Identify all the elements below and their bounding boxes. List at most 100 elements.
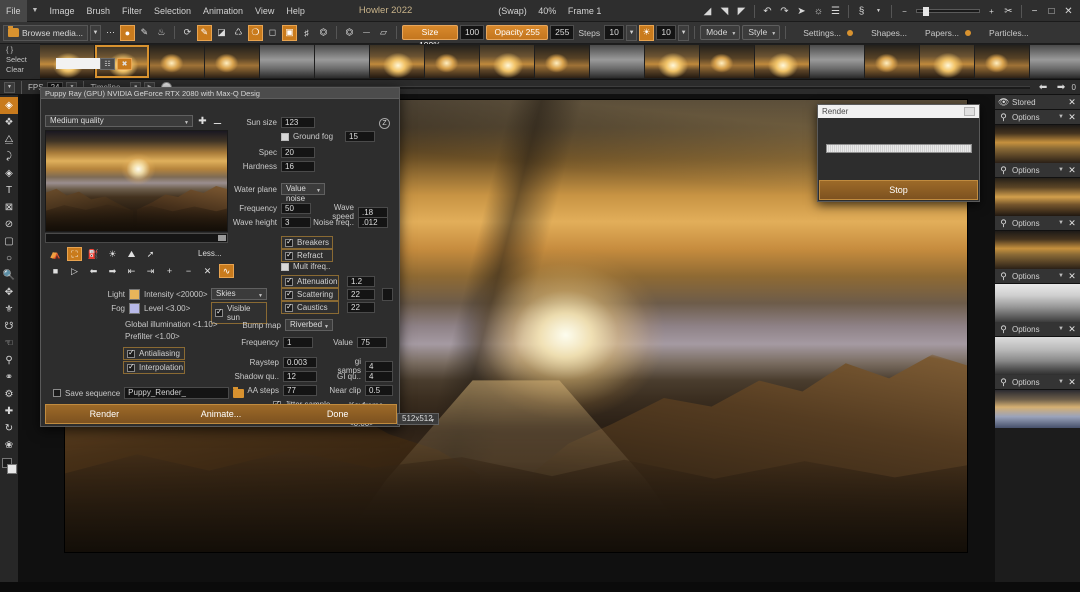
layer-row-options[interactable]: ⚲ Options ▼ ✕ xyxy=(995,269,1080,284)
keyframe-prev-icon[interactable]: ⬅ xyxy=(86,264,101,278)
layer-thumbnail[interactable] xyxy=(995,125,1080,163)
camera-target-icon[interactable]: ➚ xyxy=(143,247,158,261)
aa-steps-input[interactable]: 77 xyxy=(283,385,317,396)
tool-ellipse-icon[interactable]: ○ xyxy=(0,250,18,267)
frame-thumbnail[interactable] xyxy=(865,45,919,78)
sun-size-input[interactable]: 123 xyxy=(281,117,315,128)
frame-thumbnail[interactable] xyxy=(1030,45,1080,78)
blend-icon[interactable]: ⟳ xyxy=(180,25,195,41)
render-preview-thumbnail[interactable] xyxy=(45,130,228,232)
light-color-swatch[interactable] xyxy=(129,289,140,300)
wave-height-input[interactable]: 3 xyxy=(281,217,311,228)
perspective-icon[interactable]: ⏣ xyxy=(316,25,331,41)
menu-file-caret-icon[interactable]: ▼ xyxy=(27,7,44,14)
water-plane-dropdown[interactable]: Value noise xyxy=(281,183,325,203)
brush-opacity-value[interactable]: 255 xyxy=(550,25,575,40)
tool-move-icon[interactable]: ✚ xyxy=(0,403,18,420)
frame-filmstrip[interactable]: { } Select Clear ☷ ✖ xyxy=(0,44,1080,80)
clear-layer-icon[interactable]: ☼ xyxy=(811,3,826,19)
layer-row-options[interactable]: ⚲ Options ▼ ✕ xyxy=(995,216,1080,231)
sun-position-icon[interactable]: ☀ xyxy=(105,247,120,261)
animate-button[interactable]: Animate... xyxy=(163,409,280,419)
lightbulb-icon[interactable]: ⚲ xyxy=(998,271,1009,282)
zoom-slider[interactable] xyxy=(916,7,980,16)
preview-scrollbar[interactable] xyxy=(45,233,228,243)
layer-thumbnail[interactable] xyxy=(995,337,1080,375)
style-dropdown[interactable]: Style xyxy=(742,25,781,41)
target-icon[interactable]: ❍ xyxy=(247,24,263,41)
frame-thumbnail[interactable] xyxy=(755,45,809,78)
brush-opacity-button[interactable]: Opacity 255 xyxy=(486,25,549,40)
eye-icon[interactable]: 👁 xyxy=(998,97,1009,108)
filmstrip-clear-button[interactable]: Clear xyxy=(6,65,40,75)
filmstrip-copy-icon[interactable]: ☷ xyxy=(100,58,115,70)
lightbulb-icon[interactable]: ⚲ xyxy=(998,218,1009,229)
brush-size-button[interactable]: Size 100% xyxy=(401,25,458,50)
tool-rectangle-icon[interactable]: ▢ xyxy=(0,233,18,250)
rotate-canvas-icon[interactable]: ◤ xyxy=(734,3,749,19)
mask-icon[interactable]: ◻ xyxy=(265,25,280,41)
rotate-brush-icon[interactable]: ♺ xyxy=(231,25,246,41)
stencil-icon[interactable]: ▣ xyxy=(281,24,297,41)
spray-tool-icon[interactable]: ⋯ xyxy=(103,25,118,41)
mult-ifreq-checkbox[interactable]: Mult ifreq.. xyxy=(281,262,330,271)
lightbulb-icon[interactable]: ⚲ xyxy=(998,112,1009,123)
global-illumination-label[interactable]: Global illumination <1.10> xyxy=(125,320,218,329)
close-icon[interactable]: ✕ xyxy=(1067,377,1077,388)
caustics-checkbox[interactable]: Caustics xyxy=(281,301,339,314)
interpolation-checkbox[interactable]: Interpolation xyxy=(123,361,185,374)
window-maximize-button[interactable]: □ xyxy=(1044,3,1059,19)
frame-thumbnail[interactable] xyxy=(150,45,204,78)
tool-fill-bucket-icon[interactable]: ◈ xyxy=(0,165,18,182)
particles-button[interactable]: Particles... xyxy=(985,28,1033,38)
lightbulb-icon[interactable]: ⚲ xyxy=(998,377,1009,388)
menu-brush[interactable]: Brush xyxy=(80,0,116,22)
menu-animation[interactable]: Animation xyxy=(197,0,249,22)
frame-thumbnail[interactable] xyxy=(205,45,259,78)
ground-fog-input[interactable]: 15 xyxy=(345,131,376,142)
done-button[interactable]: Done xyxy=(279,409,396,419)
settings-button[interactable]: Settings... xyxy=(799,28,845,38)
close-icon[interactable]: ✕ xyxy=(1067,97,1077,108)
quality-preset-dropdown[interactable]: Medium quality xyxy=(45,115,193,128)
keyframe-remove-icon[interactable]: − xyxy=(181,264,196,278)
layer-thumbnail[interactable] xyxy=(995,231,1080,269)
scattering-color-swatch[interactable] xyxy=(382,288,393,301)
filmstrip-select-button[interactable]: Select xyxy=(6,55,40,65)
undo-icon[interactable]: ↶ xyxy=(760,3,775,19)
frame-thumbnail[interactable] xyxy=(535,45,589,78)
less-options-link[interactable]: Less... xyxy=(198,249,222,258)
save-sequence-checkbox[interactable] xyxy=(53,389,61,397)
tool-key-icon[interactable]: ⚲ xyxy=(0,352,18,369)
layer-thumbnail[interactable] xyxy=(995,178,1080,216)
tool-warp-icon[interactable]: ❀ xyxy=(0,437,18,454)
close-icon[interactable]: ✕ xyxy=(1067,324,1077,335)
brush-size-value[interactable]: 100 xyxy=(459,25,485,40)
camera-dolly-icon[interactable]: ⛽ xyxy=(86,247,101,261)
frame-thumbnail[interactable] xyxy=(810,45,864,78)
grid-snap-icon[interactable]: ♯ xyxy=(299,25,314,41)
frame-thumbnail[interactable] xyxy=(370,45,424,78)
z-badge-icon[interactable]: Z xyxy=(379,118,390,129)
keyframe-next-icon[interactable]: ➡ xyxy=(105,264,120,278)
save-sequence-input[interactable]: Puppy_Render_ xyxy=(124,387,230,399)
color-swatches[interactable] xyxy=(0,457,18,477)
puppy-ray-dialog[interactable]: Puppy Ray (GPU) NVIDIA GeForce RTX 2080 … xyxy=(40,87,439,428)
tool-lightbulb-icon[interactable]: ⚭ xyxy=(0,369,18,386)
frame-thumbnail[interactable] xyxy=(425,45,479,78)
wave-speed-input[interactable]: .18 xyxy=(358,206,388,218)
menu-filter[interactable]: Filter xyxy=(116,0,148,22)
scissors-icon[interactable]: ✂ xyxy=(1001,3,1016,19)
keyframe-stop-icon[interactable]: ■ xyxy=(48,264,63,278)
timeline-prev-frame-icon[interactable]: ⬅ xyxy=(1036,79,1051,95)
menu-view[interactable]: View xyxy=(249,0,280,22)
camera-pan-icon[interactable]: ⛺ xyxy=(48,247,63,261)
flip-vertical-icon[interactable]: ◥ xyxy=(717,3,732,19)
tool-clone-stamp-icon[interactable]: ☋ xyxy=(0,318,18,335)
tool-gradient-icon[interactable]: ⚜ xyxy=(0,301,18,318)
mirror-both-icon[interactable]: ⏥ xyxy=(376,25,391,41)
tool-smudge-icon[interactable]: ❖ xyxy=(0,114,18,131)
close-icon[interactable]: ✕ xyxy=(1067,112,1077,123)
window-close-button[interactable]: ✕ xyxy=(1061,3,1076,19)
raystep-input[interactable]: 0.003 xyxy=(283,357,317,368)
